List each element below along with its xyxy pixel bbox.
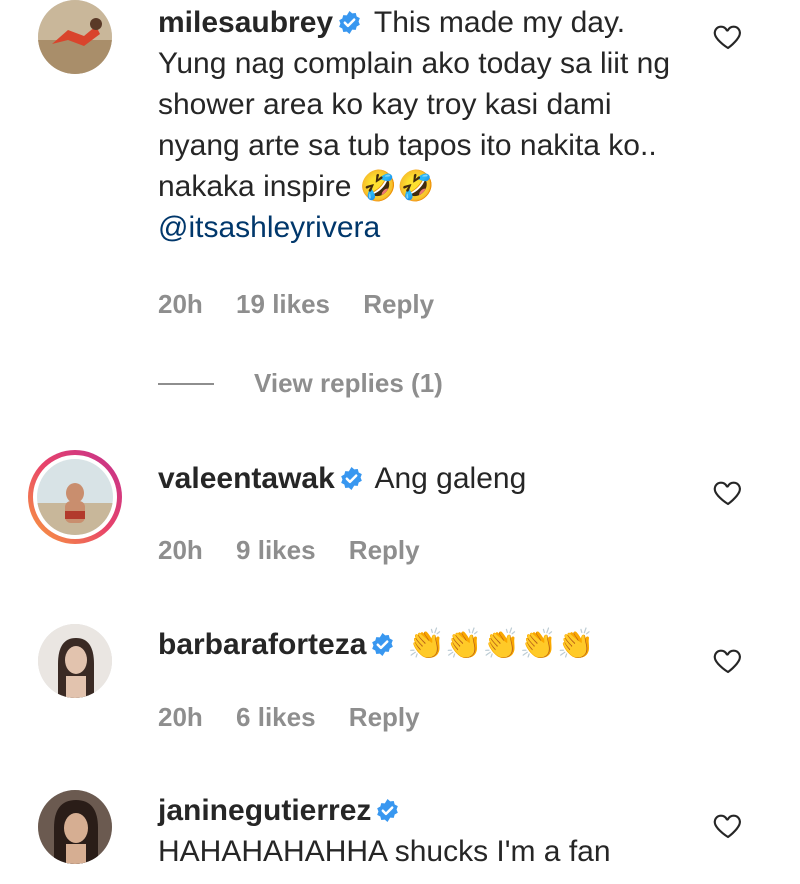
- like-heart-icon[interactable]: [712, 809, 744, 841]
- avatar: [37, 459, 113, 535]
- comment-meta: 20h 9 likes Reply: [158, 535, 446, 566]
- verified-badge-icon: [375, 798, 400, 823]
- comment-text: 👏👏👏👏👏: [407, 628, 595, 661]
- avatar[interactable]: [38, 790, 112, 864]
- comment-likes[interactable]: 9 likes: [236, 535, 316, 565]
- verified-badge-icon: [339, 466, 364, 491]
- comment-username[interactable]: valeentawak: [158, 462, 335, 495]
- view-replies[interactable]: View replies (1): [158, 368, 443, 399]
- like-heart-icon[interactable]: [712, 644, 744, 676]
- comment-likes[interactable]: 6 likes: [236, 702, 316, 732]
- replies-divider: [158, 382, 214, 385]
- avatar-image: [38, 790, 112, 864]
- comment-username[interactable]: barbaraforteza: [158, 628, 366, 661]
- comment-meta: 20h 19 likes Reply: [158, 289, 460, 320]
- comment-body: barbaraforteza 👏👏👏👏👏: [158, 624, 698, 665]
- reply-button[interactable]: Reply: [349, 702, 420, 732]
- comment-meta: 20h 6 likes Reply: [158, 702, 446, 733]
- avatar-image: [38, 0, 112, 74]
- like-heart-icon[interactable]: [712, 476, 744, 508]
- verified-badge-icon: [337, 10, 362, 35]
- comment-body: milesaubrey This made my day. Yung nag c…: [158, 2, 698, 248]
- avatar-ring-inner: [33, 455, 117, 539]
- comment-username[interactable]: janinegutierrez: [158, 794, 371, 827]
- comment-username[interactable]: milesaubrey: [158, 6, 333, 39]
- avatar-image: [37, 459, 113, 535]
- mention-link[interactable]: @itsashleyrivera: [158, 211, 380, 244]
- avatar-image: [38, 624, 112, 698]
- reply-button[interactable]: Reply: [349, 535, 420, 565]
- avatar-story-ring[interactable]: [28, 450, 122, 544]
- reply-button[interactable]: Reply: [363, 289, 434, 319]
- avatar[interactable]: [38, 624, 112, 698]
- avatar[interactable]: [38, 0, 112, 74]
- comment-likes[interactable]: 19 likes: [236, 289, 330, 319]
- comment-time: 20h: [158, 535, 203, 565]
- comment-time: 20h: [158, 289, 203, 319]
- comment-text: Ang galeng: [374, 462, 527, 495]
- view-replies-label[interactable]: View replies (1): [254, 368, 443, 399]
- comment-time: 20h: [158, 702, 203, 732]
- verified-badge-icon: [370, 632, 395, 657]
- comment-body: valeentawak Ang galeng: [158, 458, 698, 499]
- like-heart-icon[interactable]: [712, 20, 744, 52]
- comment-text: HAHAHAHAHHA shucks I'm a fan: [158, 835, 611, 868]
- comment-body: janinegutierrez HAHAHAHAHHA shucks I'm a…: [158, 790, 698, 872]
